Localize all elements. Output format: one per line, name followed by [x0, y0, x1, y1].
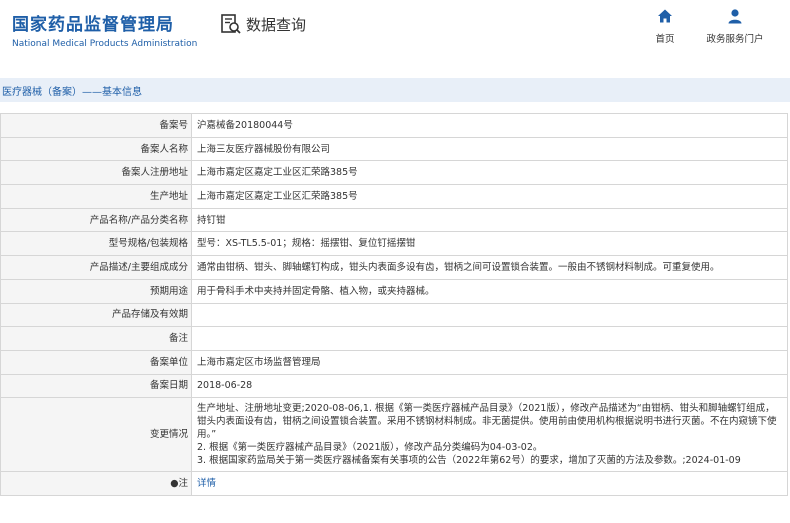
- record-number-label: 备案号: [0, 113, 192, 138]
- storage-validity-value: [191, 302, 788, 328]
- brand-logo[interactable]: 国家药品监督管理局 National Medical Products Admi…: [12, 10, 197, 49]
- nav-home-label: 首页: [655, 34, 675, 45]
- model-spec-label: 型号规格/包装规格: [0, 231, 192, 257]
- model-spec-value: 型号：XS-TL5.5-01；规格：摇摆钳、复位钉摇摆钳: [191, 231, 788, 257]
- remarks-value: [191, 326, 788, 351]
- change-history-line: 生产地址、注册地址变更;2020-08-06,1. 根据《第一类医疗器械产品目录…: [197, 403, 777, 441]
- header: 国家药品监督管理局 National Medical Products Admi…: [0, 0, 790, 62]
- storage-validity-label: 产品存储及有效期: [0, 302, 192, 328]
- intended-use-value: 用于骨科手术中夹持并固定骨骼、植入物，或夹持器械。: [191, 278, 788, 304]
- nav-service-portal[interactable]: 政务服务门户: [695, 8, 775, 45]
- brand-name-cn: 国家药品监督管理局: [12, 15, 174, 35]
- details-link[interactable]: 详情: [197, 478, 216, 489]
- table-row: 备注: [0, 326, 788, 351]
- breadcrumb-bar: 医疗器械（备案）——基本信息: [0, 78, 790, 102]
- nav-home[interactable]: 首页: [625, 8, 705, 45]
- change-history-value: 生产地址、注册地址变更;2020-08-06,1. 根据《第一类医疗器械产品目录…: [191, 397, 788, 473]
- record-number-value: 沪嘉械备20180044号: [191, 113, 788, 138]
- table-row: 预期用途 用于骨科手术中夹持并固定骨骼、植入物，或夹持器械。: [0, 278, 788, 304]
- change-history-line: 2. 根据《第一类医疗器械产品目录》（2021版），修改产品分类编码为04-03…: [197, 442, 543, 454]
- registrant-address-label: 备案人注册地址: [0, 160, 192, 186]
- registrant-address-value: 上海市嘉定区嘉定工业区汇荣路385号: [191, 160, 788, 186]
- table-row: 变更情况 生产地址、注册地址变更;2020-08-06,1. 根据《第一类医疗器械…: [0, 397, 788, 473]
- table-row: 备案人注册地址 上海市嘉定区嘉定工业区汇荣路385号: [0, 160, 788, 186]
- product-description-value: 通常由钳柄、钳头、脚轴螺钉构成，钳头内表面多设有齿，钳柄之间可设置锁合装置。一般…: [191, 255, 788, 280]
- table-row: 备案日期 2018-06-28: [0, 373, 788, 399]
- table-row: 备案号 沪嘉械备20180044号: [0, 113, 788, 138]
- table-row: 备案人名称 上海三友医疗器械股份有限公司: [0, 136, 788, 162]
- product-description-label: 产品描述/主要组成成分: [0, 255, 192, 280]
- product-name-label: 产品名称/产品分类名称: [0, 207, 192, 233]
- intended-use-label: 预期用途: [0, 278, 192, 304]
- data-query-title: 数据查询: [220, 13, 306, 35]
- table-row: 型号规格/包装规格 型号：XS-TL5.5-01；规格：摇摆钳、复位钉摇摆钳: [0, 231, 788, 257]
- filing-date-label: 备案日期: [0, 373, 192, 399]
- filing-unit-label: 备案单位: [0, 349, 192, 375]
- table-row: ●注 详情: [0, 471, 788, 496]
- home-icon: [658, 9, 672, 23]
- registrant-name-value: 上海三友医疗器械股份有限公司: [191, 136, 788, 162]
- remarks-label: 备注: [0, 326, 192, 351]
- product-name-value: 持钉钳: [191, 207, 788, 233]
- table-row: 产品名称/产品分类名称 持钉钳: [0, 207, 788, 233]
- table-row: 生产地址 上海市嘉定区嘉定工业区汇荣路385号: [0, 184, 788, 209]
- table-row: 产品描述/主要组成成分 通常由钳柄、钳头、脚轴螺钉构成，钳头内表面多设有齿，钳柄之…: [0, 255, 788, 280]
- table-row: 产品存储及有效期: [0, 302, 788, 328]
- breadcrumb: 医疗器械（备案）——基本信息: [2, 87, 142, 98]
- change-history-label: 变更情况: [0, 397, 192, 473]
- document-search-icon: [221, 14, 241, 34]
- detail-table: 备案号 沪嘉械备20180044号 备案人名称 上海三友医疗器械股份有限公司 备案人注册…: [0, 113, 788, 496]
- user-icon: [728, 9, 742, 24]
- filing-date-value: 2018-06-28: [191, 373, 788, 399]
- nav-service-portal-label: 政务服务门户: [706, 34, 764, 45]
- production-address-label: 生产地址: [0, 184, 192, 209]
- registrant-name-label: 备案人名称: [0, 136, 192, 162]
- production-address-value: 上海市嘉定区嘉定工业区汇荣路385号: [191, 184, 788, 209]
- table-row: 备案单位 上海市嘉定区市场监督管理局: [0, 349, 788, 375]
- note-label: ●注: [0, 471, 192, 496]
- data-query-label: 数据查询: [246, 15, 307, 34]
- brand-name-en: National Medical Products Administration: [12, 39, 198, 49]
- change-history-line: 3. 根据国家药监局关于第一类医疗器械备案有关事项的公告（2022年第62号）的…: [197, 455, 741, 467]
- note-value: 详情: [191, 471, 788, 496]
- filing-unit-value: 上海市嘉定区市场监督管理局: [191, 349, 788, 375]
